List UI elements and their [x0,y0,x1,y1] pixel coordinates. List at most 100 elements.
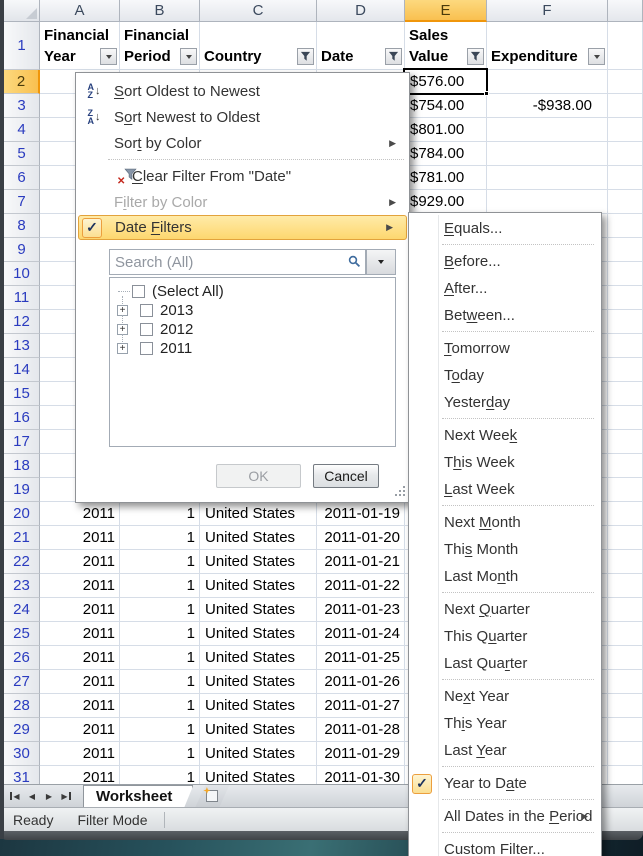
row-header-24[interactable]: 24 [4,598,40,622]
cell-A30[interactable]: 2011 [40,742,120,766]
tab-scroll-next-button[interactable]: ▶ [41,787,57,805]
cell-C24[interactable]: United States [200,598,317,622]
cell-G16[interactable] [608,406,643,430]
row-header-25[interactable]: 25 [4,622,40,646]
cell-A23[interactable]: 2011 [40,574,120,598]
cell-G25[interactable] [608,622,643,646]
fill-handle[interactable] [484,91,489,96]
filter-value-2011[interactable]: +2011 [110,339,395,358]
cell-G30[interactable] [608,742,643,766]
cell-B1[interactable]: FinancialPeriod [120,22,200,70]
row-header-6[interactable]: 6 [4,166,40,190]
cell-D29[interactable]: 2011-01-28 [317,718,405,742]
menu-item-next-month[interactable]: Next Month [409,509,601,536]
filter-funnel-button-E[interactable] [467,48,484,65]
menu-item-next-year[interactable]: Next Year [409,683,601,710]
filter-dropdown-button-B[interactable] [180,48,197,65]
menu-item-this-quarter[interactable]: This Quarter [409,623,601,650]
cell-G8[interactable] [608,214,643,238]
cell-B29[interactable]: 1 [120,718,200,742]
search-input[interactable] [110,250,365,274]
filter-value-2013[interactable]: +2013 [110,301,395,320]
checkbox-select-all[interactable] [132,285,145,298]
row-header-21[interactable]: 21 [4,526,40,550]
cell-C20[interactable]: United States [200,502,317,526]
ok-button[interactable]: OK [216,464,301,488]
cell-G11[interactable] [608,286,643,310]
row-header-15[interactable]: 15 [4,382,40,406]
menu-item-today[interactable]: Today [409,362,601,389]
row-header-31[interactable]: 31 [4,766,40,784]
cell-A21[interactable]: 2011 [40,526,120,550]
cell-G10[interactable] [608,262,643,286]
menu-item-yesterday[interactable]: Yesterday [409,389,601,416]
tab-scroll-last-button[interactable]: ▶ [58,787,74,805]
row-header-13[interactable]: 13 [4,334,40,358]
menu-item-next-quarter[interactable]: Next Quarter [409,596,601,623]
cell-G17[interactable] [608,430,643,454]
cell-G26[interactable] [608,646,643,670]
cell-D28[interactable]: 2011-01-27 [317,694,405,718]
cell-C21[interactable]: United States [200,526,317,550]
row-header-7[interactable]: 7 [4,190,40,214]
row-header-27[interactable]: 27 [4,670,40,694]
cell-G28[interactable] [608,694,643,718]
cell-G5[interactable] [608,142,643,166]
menu-item-last-month[interactable]: Last Month [409,563,601,590]
search-scope-dropdown-button[interactable] [366,249,396,275]
filter-dropdown-button-A[interactable] [100,48,117,65]
row-header-19[interactable]: 19 [4,478,40,502]
cell-G7[interactable] [608,190,643,214]
menu-item-last-week[interactable]: Last Week [409,476,601,503]
row-header-2[interactable]: 2 [4,70,40,94]
row-header-5[interactable]: 5 [4,142,40,166]
row-header-30[interactable]: 30 [4,742,40,766]
cell-C26[interactable]: United States [200,646,317,670]
cell-F7[interactable] [487,190,608,214]
cell-A24[interactable]: 2011 [40,598,120,622]
cell-B23[interactable]: 1 [120,574,200,598]
cell-C23[interactable]: United States [200,574,317,598]
column-header-C[interactable]: C [200,0,317,22]
cell-G4[interactable] [608,118,643,142]
cell-D20[interactable]: 2011-01-19 [317,502,405,526]
menu-item-between[interactable]: Between... [409,302,601,329]
cell-G23[interactable] [608,574,643,598]
cell-B28[interactable]: 1 [120,694,200,718]
menu-item-year-to-date[interactable]: ✓Year to Date [409,770,601,797]
checkbox-2013[interactable] [140,304,153,317]
column-header-partial[interactable] [608,0,643,22]
menu-item-this-week[interactable]: This Week [409,449,601,476]
menu-item-equals[interactable]: Equals... [409,215,601,242]
cell-B27[interactable]: 1 [120,670,200,694]
cell-D1[interactable]: Date [317,22,405,70]
cell-A27[interactable]: 2011 [40,670,120,694]
menu-item-this-year[interactable]: This Year [409,710,601,737]
cell-G27[interactable] [608,670,643,694]
cell-D26[interactable]: 2011-01-25 [317,646,405,670]
cell-G15[interactable] [608,382,643,406]
select-all-corner[interactable] [4,0,40,22]
cancel-button[interactable]: Cancel [313,464,379,488]
cell-C31[interactable]: United States [200,766,317,784]
cell-F6[interactable] [487,166,608,190]
cell-E5[interactable]: $784.00 [405,142,487,166]
cell-B30[interactable]: 1 [120,742,200,766]
tab-scroll-first-button[interactable]: ◀ [7,787,23,805]
cell-C25[interactable]: United States [200,622,317,646]
cell-C22[interactable]: United States [200,550,317,574]
row-header-28[interactable]: 28 [4,694,40,718]
cell-B25[interactable]: 1 [120,622,200,646]
menu-item-next-week[interactable]: Next Week [409,422,601,449]
cell-G6[interactable] [608,166,643,190]
cell-D30[interactable]: 2011-01-29 [317,742,405,766]
menu-item-filter-by-color[interactable]: Filter by Color▶ [76,189,409,215]
menu-item-tomorrow[interactable]: Tomorrow [409,335,601,362]
checkbox-2011[interactable] [140,342,153,355]
column-header-F[interactable]: F [487,0,608,22]
cell-G19[interactable] [608,478,643,502]
row-header-9[interactable]: 9 [4,238,40,262]
cell-A29[interactable]: 2011 [40,718,120,742]
tab-scroll-previous-button[interactable]: ◀ [24,787,40,805]
cell-F2[interactable] [487,70,608,94]
